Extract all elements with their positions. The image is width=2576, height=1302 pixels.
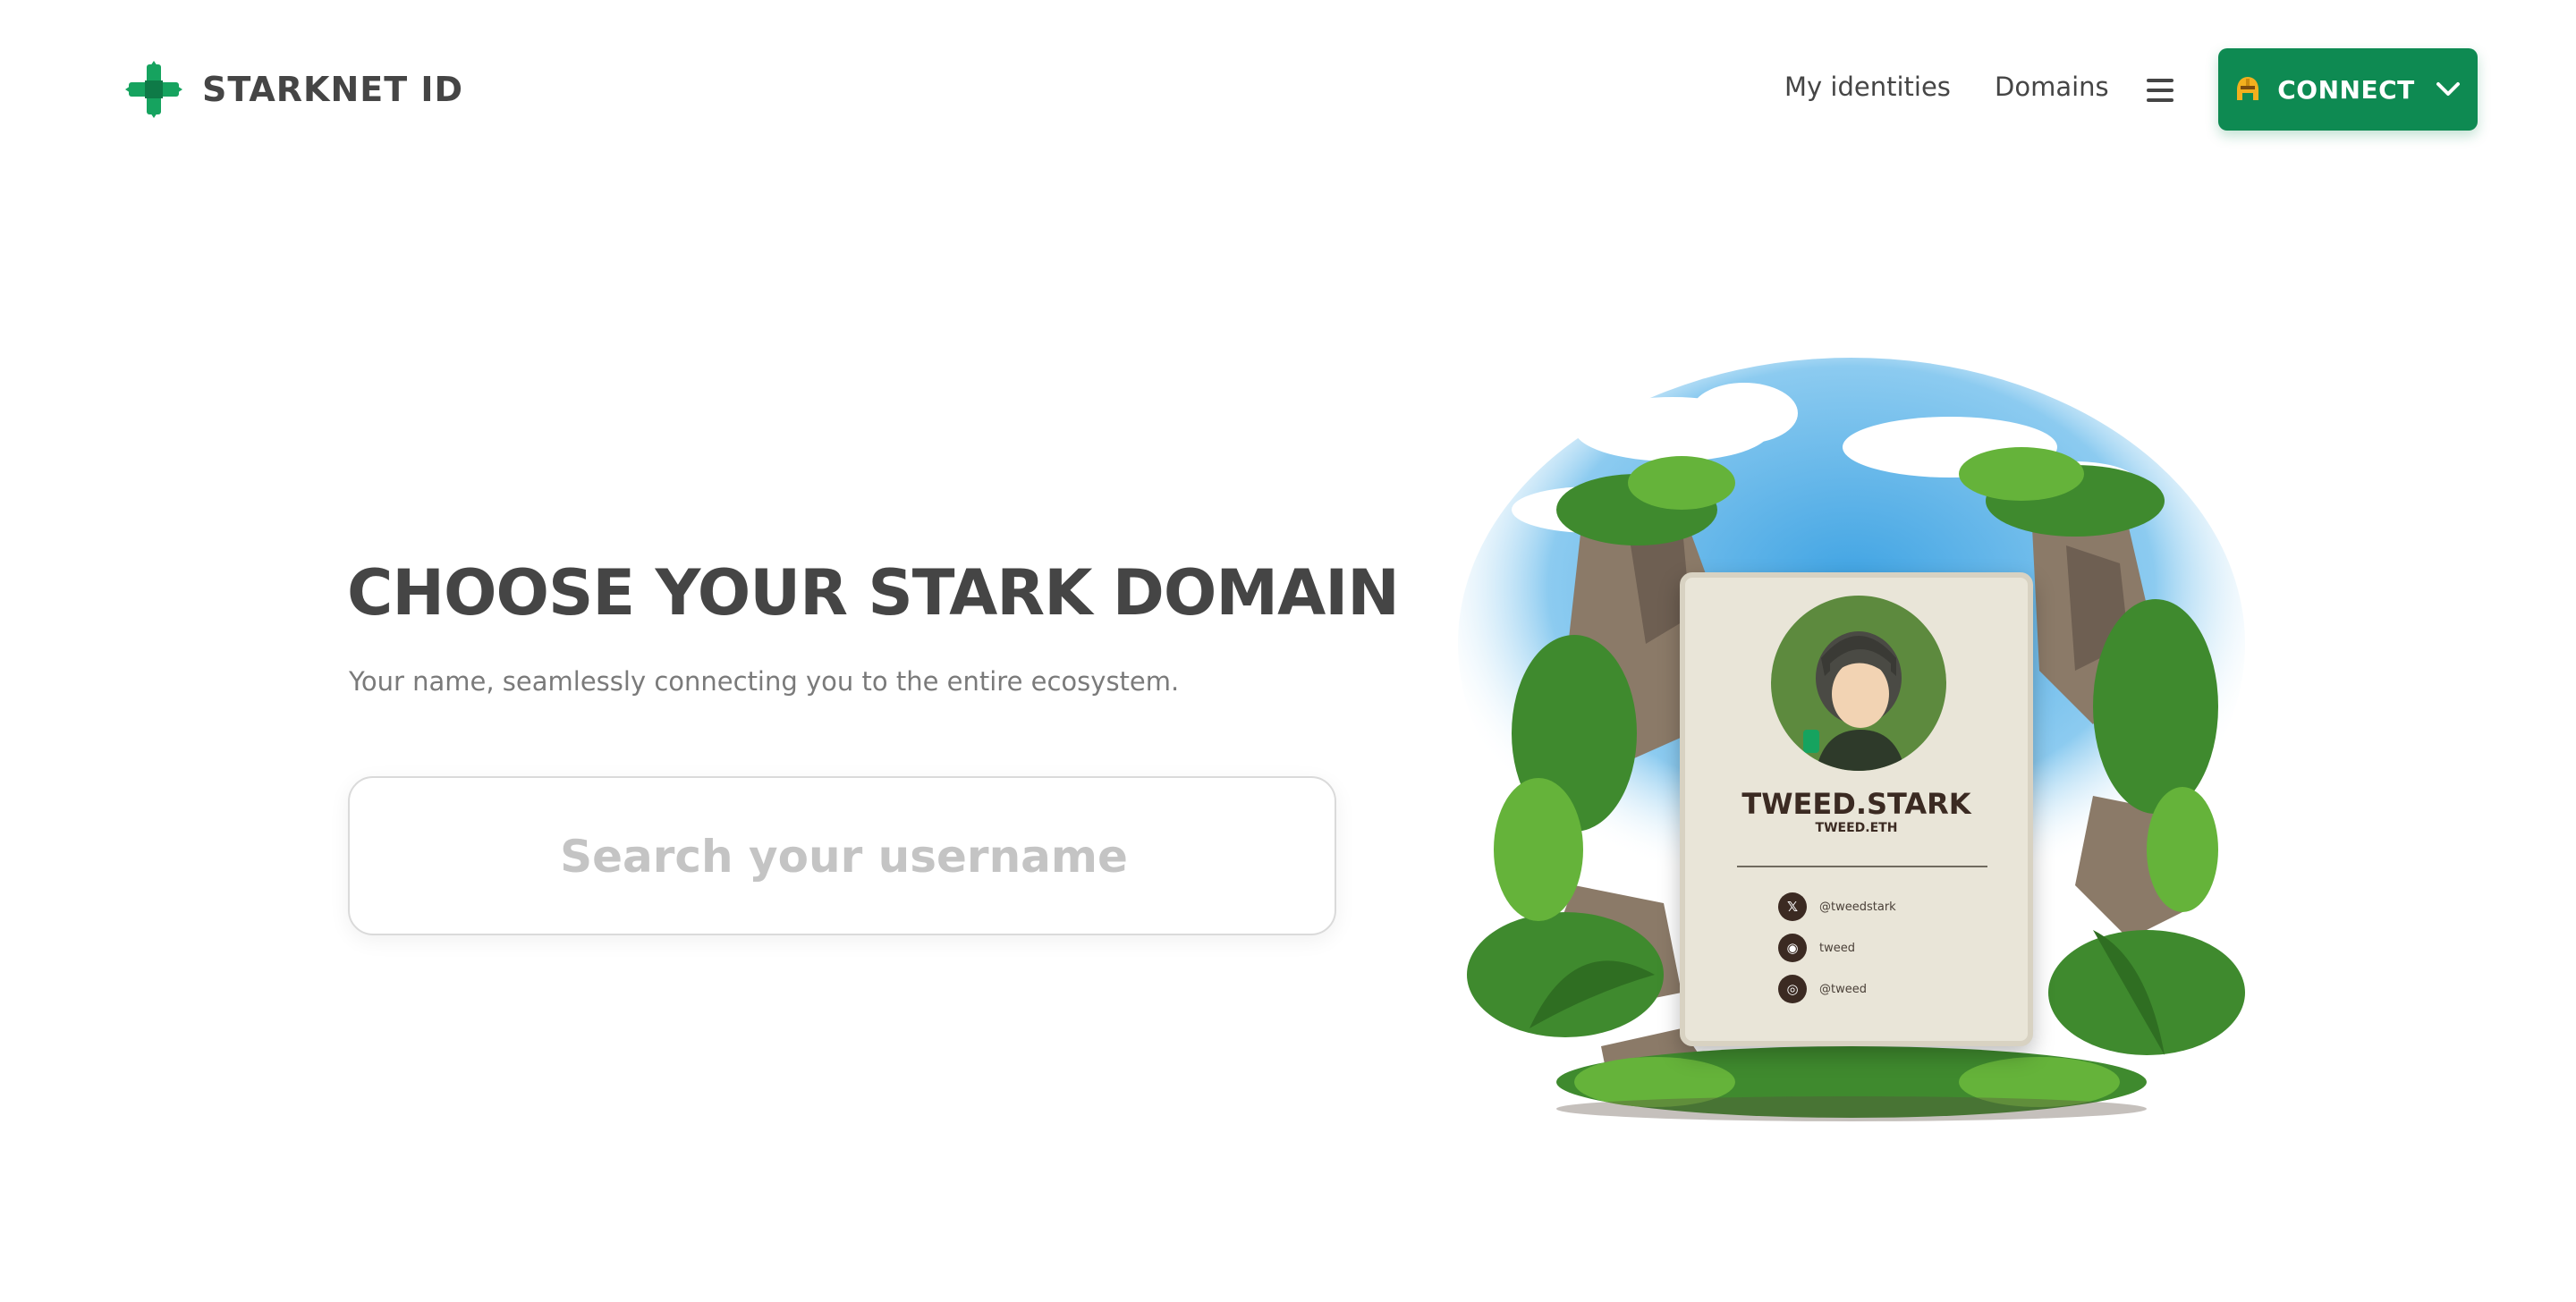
nav-link-domains[interactable]: Domains xyxy=(1995,72,2109,102)
x-icon: 𝕏 xyxy=(1778,892,1807,921)
hero-illustration: TWEED.STARK TWEED.ETH 𝕏 @tweedstark ◉ tw… xyxy=(1449,349,2254,1136)
social-row-github: ◉ tweed xyxy=(1778,934,1855,962)
nav-link-my-identities[interactable]: My identities xyxy=(1784,72,1951,102)
hamburger-line xyxy=(2147,98,2174,102)
identity-card: TWEED.STARK TWEED.ETH 𝕏 @tweedstark ◉ tw… xyxy=(1680,572,2033,1046)
social-row-discord: ◎ @tweed xyxy=(1778,975,1867,1003)
username-search-input[interactable] xyxy=(350,778,1338,935)
social-handle: @tweedstark xyxy=(1819,900,1896,914)
search-box xyxy=(348,776,1338,935)
social-row-x: 𝕏 @tweedstark xyxy=(1778,892,1896,921)
card-domain-name: TWEED.STARK xyxy=(1741,787,1971,821)
top-navigation: STARKNET ID My identities Domains CONNEC… xyxy=(0,0,2576,179)
card-secondary-domain: TWEED.ETH xyxy=(1815,821,1898,835)
profile-avatar xyxy=(1771,596,1946,771)
hamburger-line xyxy=(2147,89,2174,92)
brand-logo[interactable]: STARKNET ID xyxy=(125,61,463,118)
starknet-id-logo-icon xyxy=(125,61,182,118)
brand-name: STARKNET ID xyxy=(202,70,464,109)
connect-button[interactable]: CONNECT xyxy=(2218,48,2478,131)
social-handle: @tweed xyxy=(1819,982,1867,996)
github-icon: ◉ xyxy=(1778,934,1807,962)
card-divider xyxy=(1737,866,1987,867)
page-subtitle: Your name, seamlessly connecting you to … xyxy=(349,666,1180,697)
knight-helmet-icon xyxy=(2237,77,2259,100)
discord-icon: ◎ xyxy=(1778,975,1807,1003)
chevron-down-icon xyxy=(2436,82,2460,96)
hamburger-line xyxy=(2147,79,2174,82)
hamburger-menu-icon[interactable] xyxy=(2147,79,2174,102)
avatar-character-icon xyxy=(1803,631,1905,771)
page-title: CHOOSE YOUR STARK DOMAIN xyxy=(347,556,1400,630)
social-handle: tweed xyxy=(1819,941,1855,955)
connect-label: CONNECT xyxy=(2277,74,2415,105)
